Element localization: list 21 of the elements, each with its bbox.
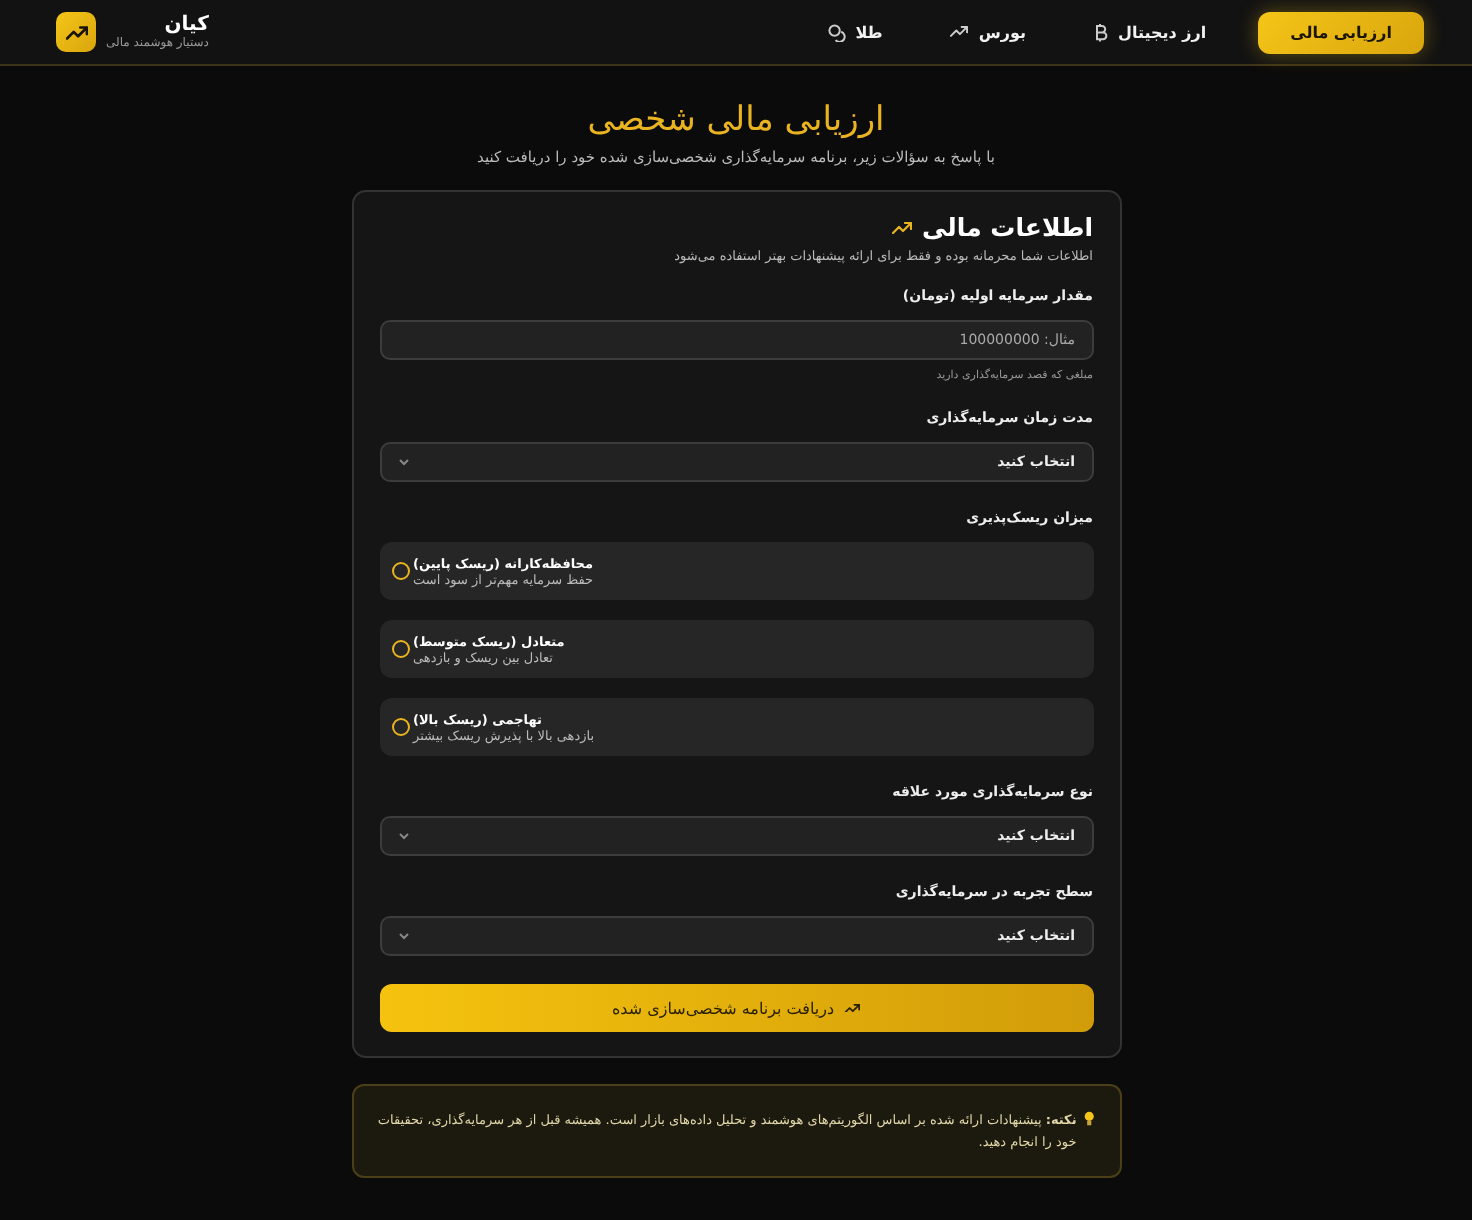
brand-name: کیان — [162, 14, 209, 36]
nav-tab[interactable]: ارز دیجیتال — [1078, 11, 1223, 53]
nav-tab[interactable]: طلا — [811, 11, 899, 53]
nav-tab[interactable]: بورس — [934, 11, 1042, 53]
chevron-down-icon — [397, 458, 409, 466]
nav-tab[interactable]: ارزیابی مالی — [1258, 11, 1424, 53]
radio-button[interactable] — [391, 562, 409, 580]
trend-up-icon — [844, 1003, 861, 1013]
chevron-down-icon — [397, 832, 409, 840]
logo-icon[interactable] — [56, 12, 96, 52]
trend-up-icon — [892, 221, 913, 233]
radio-button[interactable] — [391, 718, 409, 736]
coins-icon — [827, 23, 846, 41]
radio-button[interactable] — [391, 640, 409, 658]
bitcoin-icon — [1094, 23, 1108, 41]
page-title: ارزیابی مالی شخصی — [587, 100, 885, 140]
submit-button[interactable]: دریافت برنامه شخصی‌سازی شده — [379, 984, 1093, 1032]
card-title: اطلاعات مالی — [922, 212, 1093, 242]
chevron-down-icon — [397, 932, 409, 940]
trend-up-icon — [950, 26, 969, 38]
lightbulb-icon — [1084, 1110, 1095, 1128]
